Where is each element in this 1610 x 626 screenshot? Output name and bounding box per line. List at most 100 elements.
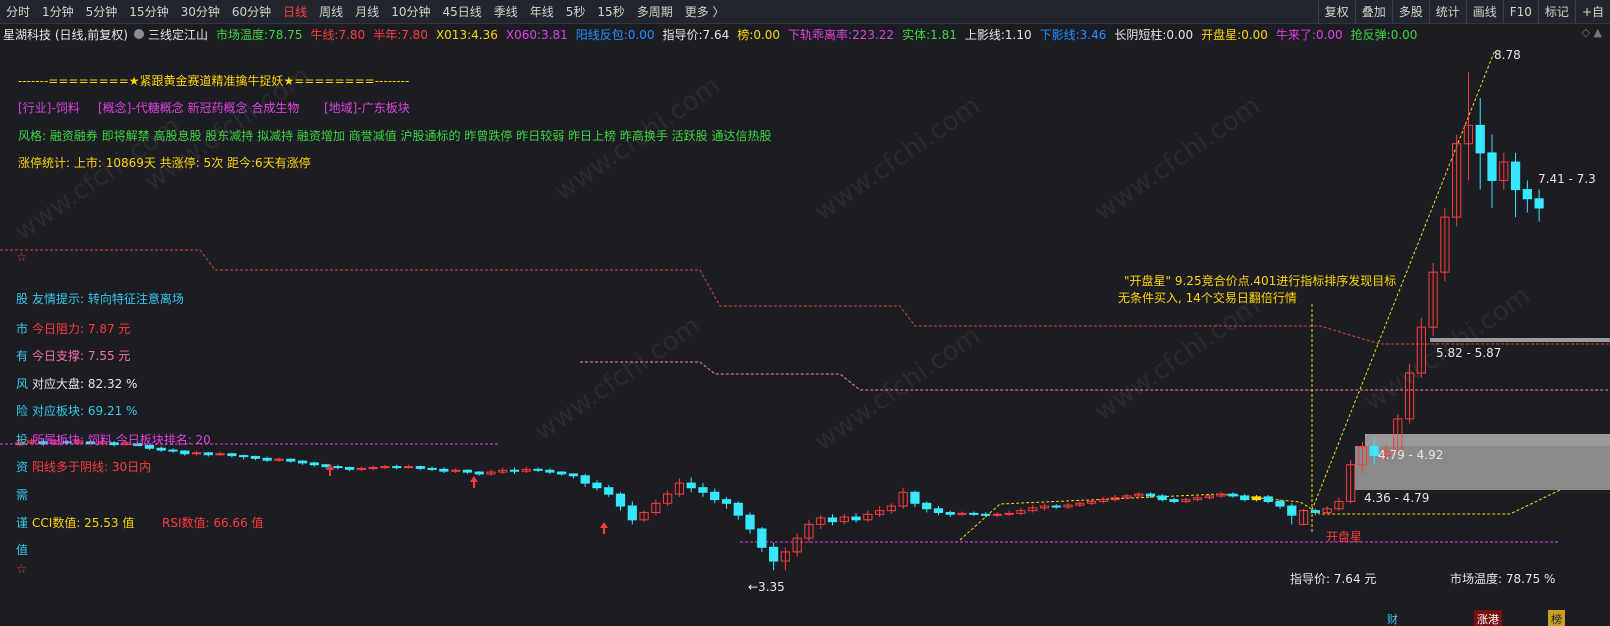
- indicator-label: X060:: [505, 27, 542, 42]
- candle-body: [462, 469, 473, 473]
- indicator-label: X013:: [435, 27, 472, 42]
- indicator-name[interactable]: 三线定江山: [148, 26, 208, 43]
- candle-body: [415, 466, 425, 469]
- period-tab[interactable]: 45日线: [436, 0, 487, 24]
- support-line: [580, 361, 1610, 391]
- candle-body: [627, 505, 637, 521]
- indicator-value: 7.64: [702, 27, 730, 42]
- side-info-line: 有今日支撑: 7.55 元: [16, 347, 130, 364]
- indicator-value: 7.80: [338, 27, 366, 42]
- badge-bang[interactable]: 榜: [1548, 610, 1565, 626]
- kline-chart[interactable]: www.cfchi.com www.cfchi.com www.cfchi.co…: [0, 44, 1610, 626]
- period-tab[interactable]: 5秒: [560, 0, 592, 24]
- side-info-line: RSI数值: 66.66 值: [162, 514, 264, 531]
- side-text: 所属板块: 饲料 今日板块排名: 20: [32, 433, 211, 447]
- infobar-right-icons[interactable]: ◇ ▲: [1582, 26, 1602, 39]
- resistance-line: [0, 249, 1610, 345]
- indicator-value-item: 下轨乖离率:223.22: [788, 28, 894, 42]
- toolbar-button[interactable]: 复权: [1317, 1, 1355, 23]
- candle-body: [309, 462, 319, 466]
- side-text: 今日阻力: 7.87 元: [32, 322, 131, 336]
- candle-body: [910, 491, 920, 504]
- indicator-value-item: 长阴短柱:0.00: [1114, 28, 1193, 42]
- candle-body: [1263, 496, 1273, 502]
- side-prefix: 需: [16, 488, 29, 502]
- indicator-value-item: 半年:7.80: [373, 28, 428, 42]
- price-label: 4.36 - 4.79: [1364, 491, 1430, 505]
- toolbar-button[interactable]: 画线: [1465, 1, 1503, 23]
- indicator-info-bar: 星湖科技 (日线,前复权) 三线定江山 市场温度:78.75 牛线:7.80 半年:…: [0, 24, 1610, 44]
- candle-body: [439, 468, 449, 472]
- candle-body: [922, 502, 932, 510]
- indicator-value-item: 牛线:7.80: [310, 28, 365, 42]
- stock-title[interactable]: 星湖科技 (日线,前复权): [0, 26, 128, 43]
- badge-zhanggang[interactable]: 涨港: [1474, 610, 1502, 626]
- candle-body: [1157, 495, 1167, 501]
- side-text: 今日支撑: 7.55 元: [32, 349, 131, 363]
- side-text: 对应板块: 69.21 %: [32, 404, 138, 418]
- badge-cai[interactable]: 财: [1384, 610, 1401, 626]
- candle-body: [992, 513, 1002, 516]
- indicator-label: 下轨乖离率:: [788, 27, 853, 42]
- indicator-label: 阳线反包:: [575, 27, 628, 42]
- toolbar-button[interactable]: F10: [1502, 1, 1538, 23]
- period-tab[interactable]: 10分钟: [385, 0, 436, 24]
- side-prefix: 风: [16, 377, 29, 391]
- period-tab[interactable]: 30分钟: [175, 0, 226, 24]
- toolbar-button[interactable]: +自: [1574, 1, 1610, 23]
- period-tab[interactable]: 60分钟: [226, 0, 277, 24]
- indicator-value: 0.00: [1315, 27, 1343, 42]
- candle-body: [191, 452, 202, 455]
- candle-body: [1169, 499, 1179, 502]
- candle-body: [215, 453, 225, 456]
- candle-body: [686, 482, 696, 489]
- side-info-line: 需: [16, 486, 32, 503]
- kaipanxing-label: 开盘星: [1326, 530, 1363, 544]
- period-tab[interactable]: 季线: [488, 0, 524, 24]
- candle-body: [1004, 512, 1014, 515]
- indicator-value: 7.80: [401, 27, 428, 42]
- side-prefix: 值: [16, 543, 29, 557]
- candle-body: [168, 449, 178, 452]
- candle-body: [1240, 495, 1250, 501]
- side-info-line: ☆: [16, 562, 31, 576]
- period-tab[interactable]: 年线: [524, 0, 560, 24]
- candle-body: [274, 458, 284, 461]
- period-tab[interactable]: 5分钟: [80, 0, 124, 24]
- indicator-value: 1.10: [1004, 27, 1032, 42]
- candle-body: [1487, 152, 1497, 181]
- indicator-value: 3.81: [541, 27, 568, 42]
- side-text: CCI数值: 25.53 值: [32, 516, 135, 530]
- side-prefix: 股: [16, 292, 29, 306]
- side-info-line: 风对应大盘: 82.32 %: [16, 375, 137, 392]
- side-info-line: 投所属板块: 饲料 今日板块排名: 20: [16, 431, 211, 448]
- period-tab[interactable]: 日线: [277, 0, 313, 24]
- period-tab[interactable]: 周线: [313, 0, 349, 24]
- candle-body: [203, 452, 213, 456]
- indicator-value-item: 实体:1.81: [902, 28, 957, 42]
- toolbar-right-buttons: 复权 叠加 多股 统计 画线 F10 标记 +自: [1317, 0, 1610, 24]
- side-prefix: ☆: [16, 562, 27, 576]
- period-tab[interactable]: 1分钟: [36, 0, 80, 24]
- toolbar-button[interactable]: 统计: [1428, 1, 1466, 23]
- period-tab[interactable]: 更多 〉: [679, 0, 731, 24]
- industry-tag: [行业]-饲料: [18, 101, 80, 115]
- style-tags: 风格: 融资融券 即将解禁 高股息股 股东减持 拟减持 融资增加 商誉减值 沪股…: [18, 129, 772, 143]
- candle-body: [1522, 189, 1532, 200]
- period-tab[interactable]: 分时: [0, 0, 36, 24]
- period-toolbar: 分时 1分钟 5分钟 15分钟 30分钟 60分钟 日线 周线 月线 10分钟 45日线 季线 年线 5秒…: [0, 0, 1610, 24]
- indicator-value-item: 市场温度:78.75: [216, 28, 302, 42]
- candle-body: [980, 513, 991, 516]
- indicator-toggle-icon[interactable]: [134, 29, 144, 39]
- candle-body: [757, 528, 767, 548]
- candle-body: [733, 502, 743, 516]
- price-label: 5.82 - 5.87: [1436, 346, 1502, 360]
- toolbar-button[interactable]: 标记: [1537, 1, 1575, 23]
- period-tab[interactable]: 月线: [349, 0, 385, 24]
- toolbar-button[interactable]: 叠加: [1354, 1, 1392, 23]
- period-tab[interactable]: 多周期: [631, 0, 679, 24]
- side-text: RSI数值: 66.66 值: [162, 516, 264, 530]
- toolbar-button[interactable]: 多股: [1391, 1, 1429, 23]
- period-tab[interactable]: 15分钟: [123, 0, 174, 24]
- period-tab[interactable]: 15秒: [591, 0, 630, 24]
